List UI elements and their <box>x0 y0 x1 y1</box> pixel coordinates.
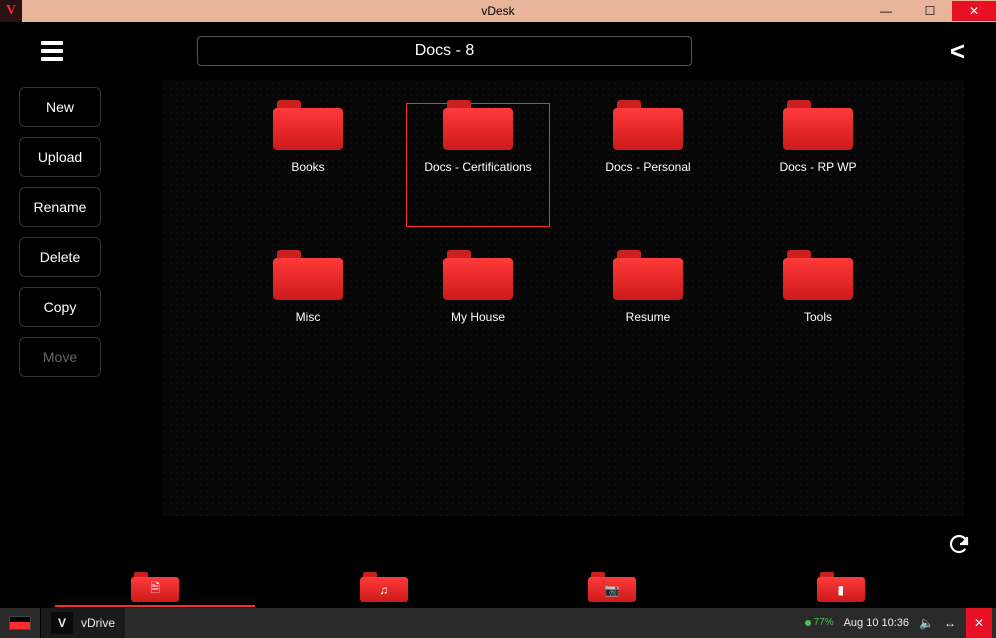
sidebar-rename-button[interactable]: Rename <box>19 187 101 227</box>
tab-folder-icon: 📷 <box>588 572 636 602</box>
taskbar-app-label: vDrive <box>81 616 115 630</box>
taskbar-close-button[interactable]: ✕ <box>966 608 992 638</box>
folder-label: My House <box>451 310 505 324</box>
tab-folder-icon: 🗎 <box>131 572 179 602</box>
folder-grid[interactable]: Books Docs - Certifications Docs - Perso… <box>161 79 965 517</box>
window-frame: V vDesk — ☐ ✕ Docs - 8 < New Upload Rename… <box>0 0 996 638</box>
folder-item[interactable]: Misc <box>223 240 393 390</box>
back-chevron-icon[interactable]: < <box>950 36 975 67</box>
document-icon: 🗎 <box>150 579 160 600</box>
taskbar-app-icon: V <box>51 612 73 634</box>
grid-wrap: Books Docs - Certifications Docs - Perso… <box>101 79 985 567</box>
taskbar-app-button[interactable]: V vDrive <box>40 608 125 638</box>
folder-icon <box>443 100 513 150</box>
folder-item[interactable]: Tools <box>733 240 903 390</box>
monitor-icon <box>9 616 31 630</box>
app-body: Docs - 8 < New Upload Rename Delete Copy Move… <box>0 22 996 608</box>
sidebar-upload-button[interactable]: Upload <box>19 137 101 177</box>
folder-icon <box>613 250 683 300</box>
folder-item[interactable]: Docs - Certifications <box>393 90 563 240</box>
video-icon: ▮ <box>837 583 844 597</box>
sidebar-new-button[interactable]: New <box>19 87 101 127</box>
tab-folder-icon: ▮ <box>817 572 865 602</box>
bottom-tab-video[interactable]: ▮ <box>727 572 956 607</box>
path-text: Docs - 8 <box>415 42 475 60</box>
folder-label: Resume <box>626 310 671 324</box>
battery-indicator[interactable]: 77% <box>805 618 834 628</box>
refresh-button[interactable] <box>947 533 975 561</box>
sound-icon[interactable]: 🔈 <box>919 616 934 630</box>
photo-icon: 📷 <box>605 583 620 597</box>
folder-icon <box>783 100 853 150</box>
app-topbar: Docs - 8 < <box>1 23 995 79</box>
folder-icon <box>613 100 683 150</box>
folder-icon <box>273 250 343 300</box>
window-title: vDesk <box>0 4 996 18</box>
folder-label: Docs - Certifications <box>424 160 531 174</box>
app-main-row: New Upload Rename Delete Copy Move Books Docs… <box>1 79 995 567</box>
menu-icon[interactable] <box>21 41 51 61</box>
folder-item[interactable]: My House <box>393 240 563 390</box>
folder-item[interactable]: Resume <box>563 240 733 390</box>
folder-label: Docs - Personal <box>605 160 690 174</box>
system-tray: 77% Aug 10 10:36 🔈 ↔ ✕ <box>805 608 996 638</box>
sidebar-copy-button[interactable]: Copy <box>19 287 101 327</box>
folder-label: Docs - RP WP <box>779 160 856 174</box>
bottom-tab-music[interactable]: ♫ <box>270 572 499 607</box>
bottom-tab-document[interactable]: 🗎 <box>41 572 270 607</box>
sidebar: New Upload Rename Delete Copy Move <box>11 79 101 567</box>
taskbar[interactable]: V vDrive 77% Aug 10 10:36 🔈 ↔ ✕ <box>0 608 996 638</box>
tab-folder-icon: ♫ <box>360 572 408 602</box>
folder-label: Books <box>291 160 324 174</box>
titlebar[interactable]: V vDesk — ☐ ✕ <box>0 0 996 22</box>
folder-label: Tools <box>804 310 832 324</box>
battery-percent: 77% <box>814 618 834 628</box>
folder-item[interactable]: Books <box>223 90 393 240</box>
bottom-tabs: 🗎 ♫ 📷 ▮ <box>1 567 995 607</box>
folder-icon <box>273 100 343 150</box>
bottom-tab-photo[interactable]: 📷 <box>498 572 727 607</box>
battery-bullet-icon <box>805 620 811 626</box>
resize-arrows-icon[interactable]: ↔ <box>944 616 956 630</box>
path-display[interactable]: Docs - 8 <box>197 36 692 66</box>
refresh-icon <box>947 533 971 557</box>
folder-item[interactable]: Docs - RP WP <box>733 90 903 240</box>
folder-label: Misc <box>296 310 321 324</box>
folder-item[interactable]: Docs - Personal <box>563 90 733 240</box>
clock[interactable]: Aug 10 10:36 <box>844 617 909 629</box>
music-icon: ♫ <box>379 583 388 597</box>
folder-icon <box>443 250 513 300</box>
sidebar-move-button: Move <box>19 337 101 377</box>
folder-icon <box>783 250 853 300</box>
start-button[interactable] <box>0 608 40 638</box>
sidebar-delete-button[interactable]: Delete <box>19 237 101 277</box>
